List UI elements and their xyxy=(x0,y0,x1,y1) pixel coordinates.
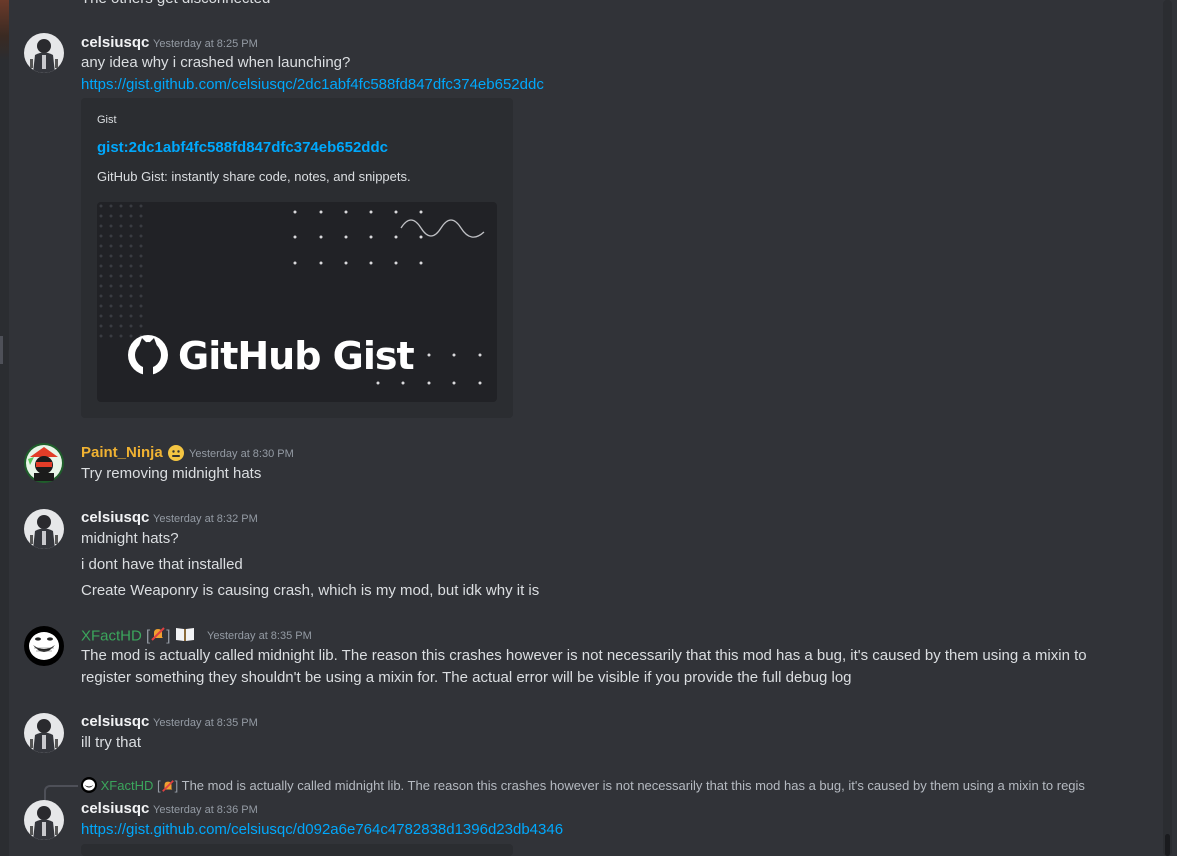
message-text: The mod is actually called midnight lib.… xyxy=(81,647,1087,664)
timestamp[interactable]: Yesterday at 8:35 PM xyxy=(207,629,312,643)
message-text: any idea why i crashed when launching? xyxy=(81,54,351,71)
username[interactable]: celsiusqc xyxy=(81,509,149,527)
message-text: register something they shouldn't be usi… xyxy=(81,669,852,686)
timestamp[interactable]: Yesterday at 8:25 PM xyxy=(153,37,258,51)
timestamp[interactable]: Yesterday at 8:35 PM xyxy=(153,716,258,730)
avatar[interactable] xyxy=(24,713,64,753)
username[interactable]: celsiusqc xyxy=(81,800,149,818)
link-embed xyxy=(81,844,513,856)
reply-text: The mod is actually called midnight lib.… xyxy=(181,778,1085,793)
user-avatar-icon xyxy=(24,800,64,840)
avatar[interactable] xyxy=(24,509,64,549)
username[interactable]: celsiusqc xyxy=(81,34,149,52)
embed-title[interactable]: gist:2dc1abf4fc588fd847dfc374eb652ddc xyxy=(97,139,388,156)
reply-username[interactable]: XFactHD xyxy=(101,778,154,793)
face-emoji-icon xyxy=(167,444,185,466)
username[interactable]: Paint_Ninja xyxy=(81,444,163,462)
ninja-avatar-icon xyxy=(24,443,64,483)
scrollbar-track[interactable] xyxy=(1163,0,1172,856)
no-bell-icon xyxy=(161,779,175,798)
no-bell-icon xyxy=(150,626,166,647)
link-embed: Gist gist:2dc1abf4fc588fd847dfc374eb652d… xyxy=(81,98,513,418)
message-text: Create Weaponry is causing crash, which … xyxy=(81,582,540,599)
avatar[interactable] xyxy=(24,800,64,840)
reply-preview[interactable]: XFactHD [] The mod is actually called mi… xyxy=(81,777,1085,795)
message-text: Try removing midnight hats xyxy=(81,465,262,482)
message-text: i dont have that installed xyxy=(81,556,243,573)
username[interactable]: celsiusqc xyxy=(81,713,149,731)
server-list-edge xyxy=(0,0,9,856)
user-avatar-icon xyxy=(24,33,64,73)
username-text[interactable]: XFactHD xyxy=(81,627,142,644)
embed-provider[interactable]: Gist xyxy=(97,114,117,126)
github-gist-banner: GitHub Gist xyxy=(99,204,485,385)
tag-bracket: ] xyxy=(174,778,179,793)
trollface-avatar-icon xyxy=(24,626,64,666)
user-avatar-icon xyxy=(24,713,64,753)
collapse-handle[interactable] xyxy=(0,336,3,364)
embed-description: GitHub Gist: instantly share code, notes… xyxy=(97,169,411,184)
timestamp[interactable]: Yesterday at 8:36 PM xyxy=(153,803,258,817)
trollface-mini-avatar-icon xyxy=(81,777,97,798)
message-text: midnight hats? xyxy=(81,530,179,547)
previous-message-text: The others get disconnected xyxy=(81,0,270,9)
embed-image[interactable]: GitHub Gist xyxy=(97,202,497,402)
avatar[interactable] xyxy=(24,443,64,483)
username[interactable]: XFactHD [] xyxy=(81,626,195,647)
message-link[interactable]: https://gist.github.com/celsiusqc/2dc1ab… xyxy=(81,75,544,95)
tag-bracket: ] xyxy=(166,627,171,645)
open-book-icon xyxy=(175,626,195,647)
scrollbar-thumb[interactable] xyxy=(1165,834,1170,856)
timestamp[interactable]: Yesterday at 8:32 PM xyxy=(153,512,258,526)
reply-connector xyxy=(44,785,78,801)
user-avatar-icon xyxy=(24,509,64,549)
server-icon-fragment[interactable] xyxy=(0,0,9,60)
message-text: ill try that xyxy=(81,734,142,751)
timestamp[interactable]: Yesterday at 8:30 PM xyxy=(189,447,294,461)
avatar[interactable] xyxy=(24,626,64,666)
github-octocat-icon xyxy=(128,335,168,376)
avatar[interactable] xyxy=(24,33,64,73)
embed-image-logo-text: GitHub Gist xyxy=(178,334,415,378)
message-link[interactable]: https://gist.github.com/celsiusqc/d092a6… xyxy=(81,820,563,840)
chat-view: The others get disconnected celsiusqc Ye… xyxy=(0,0,1177,856)
